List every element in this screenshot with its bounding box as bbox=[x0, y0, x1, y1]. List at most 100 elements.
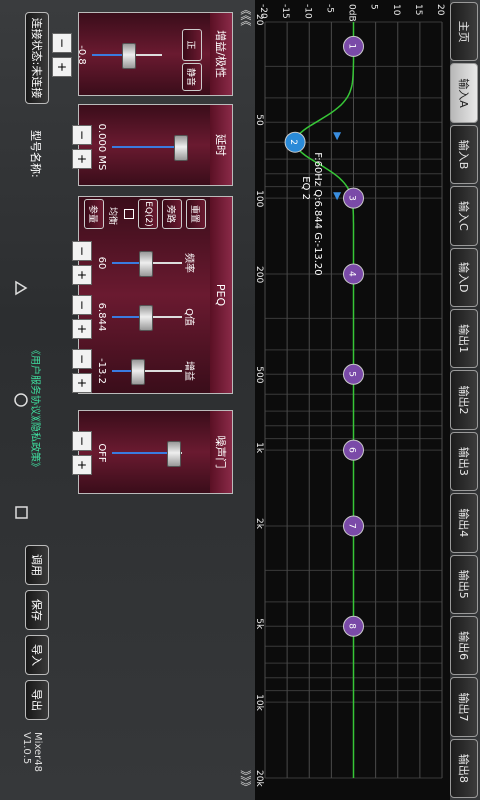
tab-13[interactable]: 输出8 bbox=[450, 738, 478, 799]
eq-node-label: 4 bbox=[347, 271, 357, 277]
eq-select-button[interactable]: EQ(2) bbox=[138, 199, 158, 229]
x-tick-label: 200 bbox=[255, 266, 264, 283]
recall-button[interactable]: 调用 bbox=[25, 545, 49, 585]
x-tick-label: 20k bbox=[255, 770, 264, 787]
peq-panel: PEQ 频率 60− + Q值 6.844− + 增益 -13.2− + 重置 旁路 EQ(2) 均衡参… bbox=[72, 196, 233, 394]
eq-graph[interactable]: 20 15 10 5 0dB -5 -10 -15 -20 20 50 100 200 500 1k 2k 5k… bbox=[255, 0, 450, 800]
bottom-bar: 连接状态:未连接 型号名称: 《用户服务协议》 《隐私政策》 调用 保存 导入 … bbox=[0, 0, 55, 800]
y-tick-label: 0dB bbox=[347, 4, 357, 22]
delay-slider-plus-button[interactable]: + bbox=[72, 149, 92, 169]
x-tick-label: 50 bbox=[255, 114, 264, 126]
node-arrow-right-icon[interactable] bbox=[333, 192, 342, 201]
delay-title: 延时 bbox=[210, 105, 232, 185]
gain-slider-value: -0.8 bbox=[76, 45, 87, 65]
freq-slider: 频率 60− + bbox=[72, 233, 202, 293]
freq-slider-minus-button[interactable]: − bbox=[72, 241, 92, 261]
eq-node-label: 7 bbox=[347, 523, 357, 529]
freq-slider-plus-button[interactable]: + bbox=[72, 265, 92, 285]
channel-tabs: 主页 输入A 输入B 输入C 输入D 输出1 输出2 输出3 输出4 输出5 输出6 输出7 输出8 bbox=[450, 0, 480, 800]
y-tick-label: 20 bbox=[435, 4, 445, 16]
q-slider-plus-button[interactable]: + bbox=[72, 319, 92, 339]
tab-2[interactable]: 输入A bbox=[450, 63, 478, 123]
gain-polarity-title: 增益/极性 bbox=[210, 13, 232, 95]
tab-4[interactable]: 输入C bbox=[450, 186, 478, 246]
noise-gate-slider-plus-button[interactable]: + bbox=[72, 455, 92, 475]
bypass-button[interactable]: 旁路 bbox=[162, 199, 182, 229]
import-button[interactable]: 导入 bbox=[25, 635, 49, 675]
eq-node-label: 2 bbox=[288, 139, 298, 145]
noise-gate-slider: OFF − + bbox=[72, 423, 202, 483]
version-label: Mixer48 V1.0.5 bbox=[21, 732, 43, 773]
node-arrow-left-icon[interactable] bbox=[333, 132, 342, 141]
q-slider-knob[interactable] bbox=[139, 305, 153, 331]
tab-6[interactable]: 输出1 bbox=[450, 308, 478, 369]
y-tick-label: 5 bbox=[369, 4, 379, 10]
delay-slider: 0.000 MS − + bbox=[72, 117, 202, 177]
x-tick-label: 20 bbox=[255, 14, 264, 26]
app-screen: 主页 输入A 输入B 输入C 输入D 输出1 输出2 输出3 输出4 输出5 输出6 输出7 输出8 2… bbox=[0, 0, 480, 800]
tab-10[interactable]: 输出5 bbox=[450, 554, 478, 614]
noise-gate-slider-minus-button[interactable]: − bbox=[72, 431, 92, 451]
gain-polarity-panel: 增益/极性 正 静音 -0.8− + bbox=[52, 12, 233, 96]
privacy-policy-link[interactable]: 《隐私政策》 bbox=[29, 412, 44, 472]
gain-slider: -0.8− + bbox=[52, 25, 182, 85]
mute-button[interactable]: 静音 bbox=[182, 63, 202, 91]
freq-slider-knob[interactable] bbox=[139, 251, 153, 277]
save-button[interactable]: 保存 bbox=[25, 590, 49, 630]
tab-12[interactable]: 输出7 bbox=[450, 677, 478, 737]
q-slider-label: Q值 bbox=[183, 308, 194, 326]
y-tick-label: -5 bbox=[324, 4, 334, 13]
y-tick-label: 15 bbox=[413, 4, 423, 15]
x-tick-label: 100 bbox=[255, 190, 264, 207]
peq-gain-slider-track[interactable] bbox=[112, 370, 182, 372]
x-tick-label: 10k bbox=[255, 694, 264, 711]
reset-button[interactable]: 重置 bbox=[186, 199, 206, 229]
export-button[interactable]: 导出 bbox=[25, 680, 49, 720]
noise-gate-slider-knob[interactable] bbox=[167, 441, 181, 467]
polarity-button[interactable]: 正 bbox=[182, 29, 202, 61]
connect-status-button[interactable]: 连接状态:未连接 bbox=[25, 12, 49, 104]
delay-slider-minus-button[interactable]: − bbox=[72, 125, 92, 145]
q-slider: Q值 6.844− + bbox=[72, 287, 202, 347]
tab-8[interactable]: 输出3 bbox=[450, 431, 478, 492]
tab-11[interactable]: 输出6 bbox=[450, 615, 478, 676]
eq-node-label: 5 bbox=[347, 371, 357, 377]
x-tick-label: 2k bbox=[255, 518, 264, 530]
x-tick-label: 500 bbox=[255, 366, 264, 383]
q-slider-minus-button[interactable]: − bbox=[72, 295, 92, 315]
tuning-label: 均衡 bbox=[107, 206, 117, 225]
delay-slider-fill bbox=[112, 146, 182, 148]
tab-5[interactable]: 输入D bbox=[450, 247, 478, 307]
noise-gate-slider-value: OFF bbox=[96, 443, 107, 463]
peq-gain-slider: 增益 -13.2− + bbox=[72, 341, 202, 401]
eq-graph-canvas[interactable]: 20151050dB-5-10-15-2020501002005001k2k5k… bbox=[255, 0, 450, 800]
peq-title: PEQ bbox=[210, 197, 232, 393]
tab-9[interactable]: 输出4 bbox=[450, 493, 478, 553]
eq-node-label: 8 bbox=[347, 623, 357, 629]
tab-1[interactable]: 主页 bbox=[450, 2, 478, 62]
tuning-checkbox[interactable] bbox=[124, 209, 134, 219]
peq-gain-slider-minus-button[interactable]: − bbox=[72, 349, 92, 369]
tab-7[interactable]: 输出2 bbox=[450, 370, 478, 430]
peq-gain-slider-label: 增益 bbox=[183, 361, 194, 381]
eq-response-curve bbox=[294, 22, 355, 778]
delay-slider-value: 0.000 MS bbox=[96, 123, 107, 171]
model-name-label: 型号名称: bbox=[29, 130, 42, 178]
y-tick-label: 10 bbox=[391, 4, 401, 16]
delay-slider-track[interactable] bbox=[112, 146, 182, 148]
x-tick-label: 5k bbox=[255, 618, 264, 630]
gain-slider-minus-button[interactable]: − bbox=[52, 33, 72, 53]
freq-slider-value: 60 bbox=[96, 256, 107, 270]
peq-gain-slider-plus-button[interactable]: + bbox=[72, 373, 92, 393]
eq-node-label: 3 bbox=[347, 195, 357, 201]
delay-panel: 延时 0.000 MS − + bbox=[72, 104, 233, 186]
y-tick-label: -15 bbox=[280, 4, 290, 19]
peq-gain-slider-knob[interactable] bbox=[130, 359, 145, 385]
eq-info-band: EQ 2 bbox=[300, 176, 311, 200]
delay-slider-knob[interactable] bbox=[174, 135, 188, 161]
gain-slider-knob[interactable] bbox=[122, 43, 137, 69]
parametric-button[interactable]: 参量 bbox=[84, 199, 104, 229]
gain-slider-plus-button[interactable]: + bbox=[52, 57, 72, 77]
freq-slider-label: 频率 bbox=[183, 253, 194, 273]
tab-3[interactable]: 输入B bbox=[450, 124, 478, 185]
